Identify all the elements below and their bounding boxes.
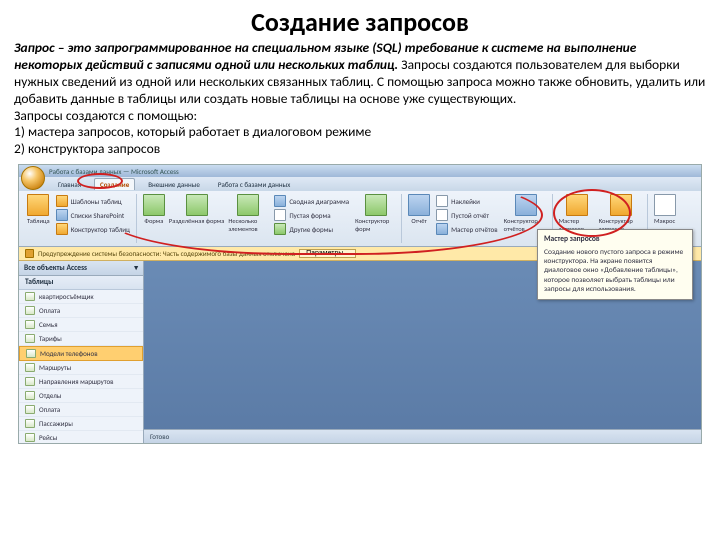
chevron-down-icon: ▾ xyxy=(134,263,138,273)
btn-multi[interactable]: Несколько элементов xyxy=(228,194,268,243)
table-icon xyxy=(25,306,35,315)
table-icon xyxy=(25,391,35,400)
warn-options-button[interactable]: Параметры... xyxy=(299,249,356,258)
btn-table[interactable]: Таблица xyxy=(27,194,50,225)
table-icon xyxy=(25,292,35,301)
tooltip-query-wizard: Мастер запросов Создание нового пустого … xyxy=(537,229,693,300)
nav-item[interactable]: Направления маршрутов xyxy=(19,375,143,389)
ribbon-tabs: Главная Создание Внешние данные Работа с… xyxy=(19,177,701,191)
tab-home[interactable]: Главная xyxy=(53,179,86,190)
btn-form-design[interactable]: Конструктор форм xyxy=(355,194,397,243)
page-title: Создание запросов xyxy=(14,6,706,38)
nav-item[interactable]: Семья xyxy=(19,318,143,332)
nav-item[interactable]: Рейсы xyxy=(19,431,143,443)
nav-item[interactable]: Оплата xyxy=(19,403,143,417)
nav-item-selected[interactable]: Модели телефонов xyxy=(19,346,143,361)
status-bar: Готово xyxy=(144,429,701,443)
shield-icon xyxy=(25,249,34,258)
btn-macro[interactable]: Макрос xyxy=(654,194,676,225)
body-paragraph: Запрос – это запрограммированное на спец… xyxy=(14,40,706,158)
nav-header[interactable]: Все объекты Access▾ xyxy=(19,261,143,276)
table-icon xyxy=(25,433,35,442)
office-button[interactable] xyxy=(21,166,45,190)
table-icon xyxy=(25,419,35,428)
table-icon xyxy=(25,334,35,343)
tab-dbtools[interactable]: Работа с базами данных xyxy=(213,179,295,190)
btn-other-forms[interactable]: Другие формы xyxy=(272,222,351,236)
table-icon xyxy=(25,377,35,386)
table-icon xyxy=(26,349,36,358)
btn-sharepoint[interactable]: Списки SharePoint xyxy=(54,208,132,222)
nav-item[interactable]: квартиросъёмщик xyxy=(19,290,143,304)
nav-item[interactable]: Пассажиры xyxy=(19,417,143,431)
access-screenshot: Работа с базами данных — Microsoft Acces… xyxy=(18,164,702,444)
nav-item[interactable]: Отделы xyxy=(19,389,143,403)
nav-item[interactable]: Маршруты xyxy=(19,361,143,375)
navigation-pane[interactable]: Все объекты Access▾ Таблицы квартиросъём… xyxy=(19,261,144,443)
btn-splitform[interactable]: Разделённая форма xyxy=(169,194,224,243)
btn-table-templates[interactable]: Шаблоны таблиц xyxy=(54,194,132,208)
btn-blank-form[interactable]: Пустая форма xyxy=(272,208,351,222)
btn-blank-report[interactable]: Пустой отчёт xyxy=(434,208,499,222)
tab-external[interactable]: Внешние данные xyxy=(143,179,205,190)
btn-report-wizard[interactable]: Мастер отчётов xyxy=(434,222,499,236)
nav-section-tables[interactable]: Таблицы xyxy=(19,276,143,290)
tab-create[interactable]: Создание xyxy=(94,178,135,190)
window-titlebar: Работа с базами данных — Microsoft Acces… xyxy=(19,165,701,177)
btn-table-design[interactable]: Конструктор таблиц xyxy=(54,222,132,236)
btn-pivot[interactable]: Сводная диаграмма xyxy=(272,194,351,208)
btn-report[interactable]: Отчёт xyxy=(408,194,430,243)
nav-item[interactable]: Тарифы xyxy=(19,332,143,346)
nav-item[interactable]: Оплата xyxy=(19,304,143,318)
btn-form[interactable]: Форма xyxy=(143,194,165,243)
table-icon xyxy=(25,405,35,414)
table-icon xyxy=(25,363,35,372)
btn-labels[interactable]: Наклейки xyxy=(434,194,499,208)
table-icon xyxy=(25,320,35,329)
